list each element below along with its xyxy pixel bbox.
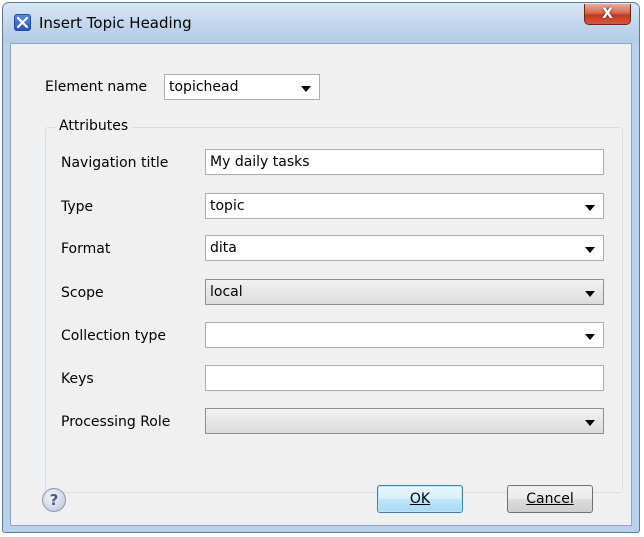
scope-value: local [210, 284, 243, 300]
title-bar[interactable]: Insert Topic Heading X [3, 3, 639, 43]
collection-type-combo[interactable] [205, 322, 604, 348]
dialog-title: Insert Topic Heading [39, 14, 192, 32]
chevron-down-icon [585, 420, 595, 426]
ok-button-label: OK [409, 491, 431, 507]
close-icon: X [602, 6, 613, 22]
element-name-value: topichead [169, 79, 239, 95]
keys-label: Keys [61, 371, 94, 387]
chevron-down-icon [585, 205, 595, 211]
scope-label: Scope [61, 285, 104, 301]
chevron-down-icon [585, 247, 595, 253]
dialog-content: Element name topichead Attributes Naviga… [10, 43, 632, 526]
type-value: topic [210, 198, 245, 214]
cancel-button-label: Cancel [526, 491, 574, 507]
cancel-button[interactable]: Cancel [507, 485, 593, 513]
attributes-group [45, 127, 623, 493]
attributes-group-title: Attributes [55, 118, 133, 134]
processing-role-combo[interactable] [205, 408, 604, 434]
navigation-title-label: Navigation title [61, 155, 169, 171]
help-icon[interactable]: ? [42, 488, 66, 512]
chevron-down-icon [585, 334, 595, 340]
app-icon [14, 14, 31, 31]
dialog-window: Insert Topic Heading X Element name topi… [2, 2, 640, 533]
format-combo[interactable]: dita [205, 235, 604, 261]
navigation-title-value: My daily tasks [210, 154, 310, 170]
processing-role-label: Processing Role [61, 414, 171, 430]
keys-field[interactable] [205, 365, 604, 391]
type-combo[interactable]: topic [205, 193, 604, 219]
format-value: dita [210, 240, 237, 256]
chevron-down-icon [301, 86, 311, 92]
scope-combo[interactable]: local [205, 279, 604, 305]
format-label: Format [61, 241, 111, 257]
chevron-down-icon [585, 291, 595, 297]
element-name-label: Element name [45, 79, 148, 95]
collection-type-label: Collection type [61, 328, 166, 344]
type-label: Type [61, 199, 94, 215]
help-glyph: ? [49, 491, 59, 509]
element-name-combo[interactable]: topichead [164, 74, 320, 100]
close-button[interactable]: X [584, 4, 631, 25]
ok-button[interactable]: OK [377, 485, 463, 513]
navigation-title-field[interactable]: My daily tasks [205, 149, 604, 175]
